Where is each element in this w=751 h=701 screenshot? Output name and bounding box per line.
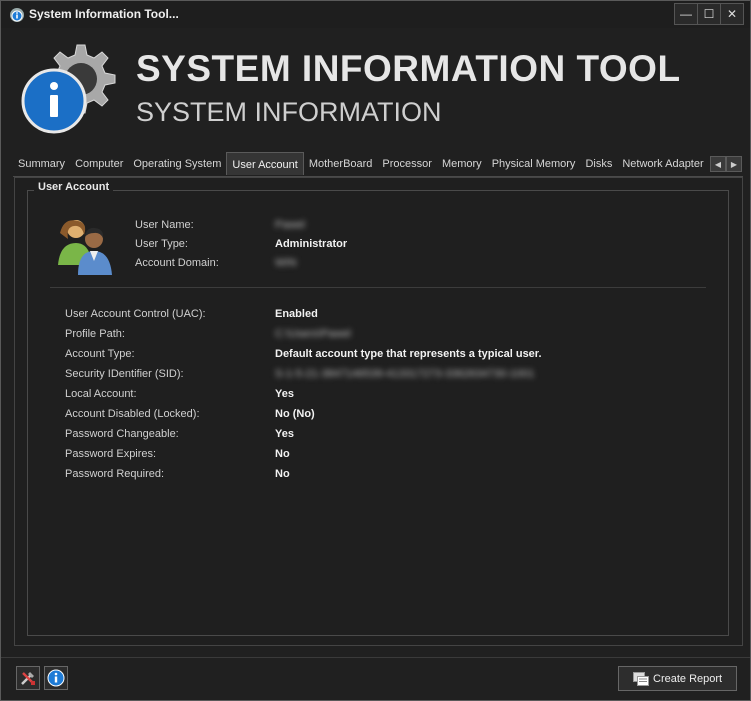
field-value: Enabled	[275, 308, 318, 320]
info-icon	[47, 669, 65, 687]
tools-icon	[21, 672, 35, 685]
field-label: Password Changeable:	[65, 428, 179, 440]
gear-info-icon	[21, 44, 116, 134]
maximize-button[interactable]: ☐	[697, 4, 720, 24]
app-icon	[10, 8, 24, 22]
field-value: Pawel	[275, 219, 305, 231]
field-value: Administrator	[275, 238, 348, 250]
tab-scroll-buttons: ◀ ▶	[710, 156, 742, 172]
report-icon	[633, 671, 649, 686]
field-label: Account Type:	[65, 348, 135, 360]
window-controls: — ☐ ✕	[674, 3, 744, 25]
field-value: No (No)	[275, 408, 315, 420]
footer-divider	[1, 657, 750, 658]
field-label: User Type:	[135, 238, 188, 250]
close-button[interactable]: ✕	[720, 4, 743, 24]
users-icon	[58, 220, 112, 275]
tab-user-account[interactable]: User Account	[226, 152, 304, 175]
tab-strip: Summary Computer Operating System User Acco…	[13, 152, 743, 177]
field-value: Yes	[275, 388, 294, 400]
field-value: S-1-5-21-3847146539-413317273-3362634730…	[275, 368, 535, 380]
tab-motherboard[interactable]: MotherBoard	[304, 154, 378, 175]
field-label: Password Required:	[65, 468, 165, 480]
field-label: Account Disabled (Locked):	[65, 408, 200, 420]
tab-scroll-left-button[interactable]: ◀	[710, 156, 726, 172]
field-value: Default account type that represents a t…	[275, 348, 542, 360]
header-title: SYSTEM INFORMATION TOOL	[136, 48, 681, 89]
tab-memory[interactable]: Memory	[437, 154, 487, 175]
main-window: System Information Tool... — ☐ ✕ SYSTEM …	[0, 0, 751, 701]
field-label: Security IDentifier (SID):	[65, 368, 184, 380]
tab-processor[interactable]: Processor	[377, 154, 437, 175]
field-value: No	[275, 448, 290, 460]
about-button[interactable]	[44, 666, 68, 690]
field-label: Password Expires:	[65, 448, 157, 460]
field-label: Local Account:	[65, 388, 137, 400]
field-value: C:\Users\Pawel	[275, 328, 351, 340]
group-title: User Account	[34, 181, 114, 193]
tools-button[interactable]	[16, 666, 40, 690]
create-report-button[interactable]: Create Report	[618, 666, 737, 691]
field-value: WIN	[275, 257, 297, 269]
window-title: System Information Tool...	[29, 7, 179, 21]
minimize-button[interactable]: —	[675, 4, 697, 24]
tab-scroll-right-button[interactable]: ▶	[726, 156, 742, 172]
field-label: Profile Path:	[65, 328, 125, 340]
tab-network-adapter[interactable]: Network Adapter	[617, 154, 708, 175]
app-header: SYSTEM INFORMATION TOOL SYSTEM INFORMATI…	[1, 28, 750, 148]
tab-computer[interactable]: Computer	[70, 154, 128, 175]
tab-physical-memory[interactable]: Physical Memory	[487, 154, 581, 175]
user-account-group: User Account User Name: Pawel User Type: Ad…	[27, 181, 729, 636]
tab-disks[interactable]: Disks	[580, 154, 617, 175]
tab-content-panel: User Account User Name: Pawel User Type: Ad…	[14, 177, 743, 646]
field-value: No	[275, 468, 290, 480]
header-subtitle: SYSTEM INFORMATION	[136, 97, 442, 127]
tab-summary[interactable]: Summary	[13, 154, 70, 175]
tab-operating-system[interactable]: Operating System	[128, 154, 226, 175]
create-report-label: Create Report	[653, 672, 723, 685]
title-bar[interactable]: System Information Tool... — ☐ ✕	[1, 1, 750, 28]
field-label: Account Domain:	[135, 257, 219, 269]
separator	[50, 287, 706, 288]
field-label: User Name:	[135, 219, 194, 231]
field-label: User Account Control (UAC):	[65, 308, 206, 320]
field-value: Yes	[275, 428, 294, 440]
